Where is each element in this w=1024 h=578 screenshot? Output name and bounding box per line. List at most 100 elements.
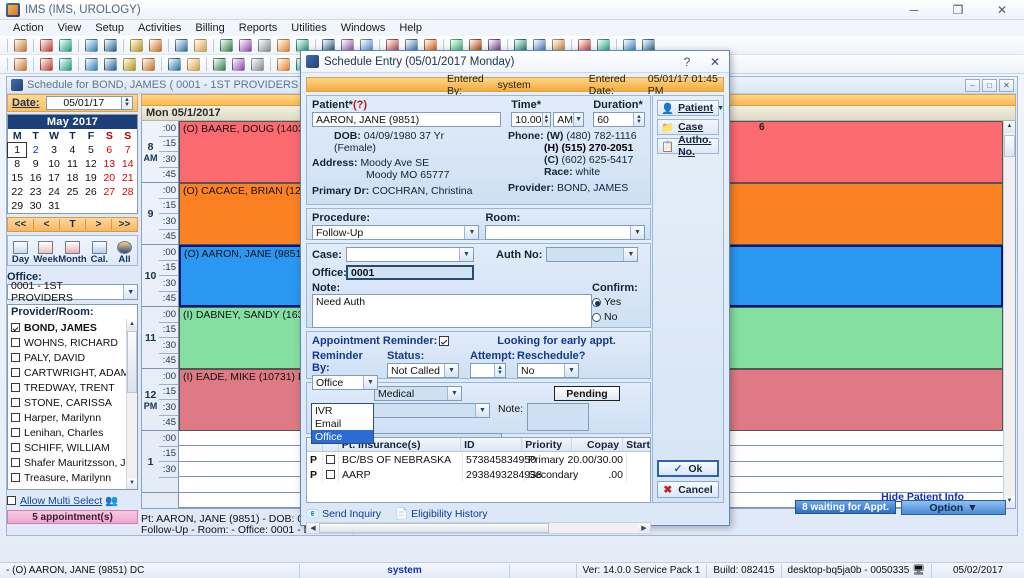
eligibility-history-link[interactable]: 📄 Eligibility History — [395, 507, 488, 521]
calendar-day-24[interactable]: 24 — [45, 185, 63, 199]
send-inquiry-link[interactable]: 📧 Send Inquiry — [306, 507, 381, 521]
calendar-day-6[interactable]: 6 — [100, 143, 118, 157]
appointment-reminder-checkbox[interactable] — [439, 336, 450, 346]
calendar-nav-bar[interactable]: << < T > >> — [7, 217, 138, 232]
maximize-button[interactable]: ❐ — [936, 0, 980, 20]
row-checkbox[interactable] — [326, 455, 335, 464]
allow-multi-select-checkbox[interactable] — [7, 496, 16, 505]
menu-activities[interactable]: Activities — [131, 22, 188, 34]
dropdown-option-ivr[interactable]: IVR — [312, 404, 373, 417]
scroll-up-icon[interactable]: ▲ — [1004, 121, 1015, 133]
provider-row[interactable]: TREDWAY, TRENT — [8, 380, 137, 395]
office-select[interactable]: 0001 - 1ST PROVIDERS ▼ — [7, 280, 138, 304]
schedule-vertical-scrollbar[interactable]: ▲ ▼ — [1003, 121, 1015, 508]
calendar-day-31[interactable]: 31 — [45, 199, 63, 213]
toolbar-button-13[interactable] — [275, 56, 292, 73]
toolbar-button-8[interactable] — [166, 56, 183, 73]
chevron-down-icon[interactable]: ▼ — [717, 105, 724, 112]
mini-calendar[interactable]: May 2017 MTWTFSS 1 2 3 4 5 6 7 8 9 10 11 12 13 14 15 16… — [6, 114, 138, 214]
autho-no-button[interactable]: 📋 Autho. No. — [657, 134, 719, 158]
menu-help[interactable]: Help — [392, 22, 429, 34]
toolbar-button-9[interactable] — [192, 37, 209, 54]
patient-input[interactable]: AARON, JANE (9851) — [312, 112, 502, 127]
date-spinner[interactable]: ▲ ▼ — [122, 96, 133, 110]
provider-checkbox[interactable] — [11, 353, 20, 362]
toolbar-button-11[interactable] — [237, 37, 254, 54]
toolbar-button-7[interactable] — [147, 37, 164, 54]
provider-row[interactable]: Lenihan, Charles — [8, 425, 137, 440]
confirm-no-radio[interactable]: No — [592, 311, 645, 323]
calendar-day-21[interactable]: 21 — [119, 171, 137, 185]
close-button[interactable]: ✕ — [980, 0, 1024, 20]
dropdown-option-office[interactable]: Office — [312, 430, 373, 443]
scroll-left-icon[interactable]: ◀ — [307, 524, 319, 532]
toolbar-button-10[interactable] — [211, 56, 228, 73]
office-input[interactable]: 0001 — [346, 265, 474, 280]
schedule-window-controls[interactable]: – □ ✕ — [965, 78, 1017, 92]
provider-list-scrollbar[interactable]: ▲ ▼ — [126, 319, 137, 489]
calendar-day-8[interactable]: 8 — [8, 157, 26, 171]
nav-today-button[interactable]: T — [60, 219, 85, 230]
calendar-day-15[interactable]: 15 — [8, 171, 26, 185]
toolbar-button-1[interactable] — [12, 37, 29, 54]
menu-setup[interactable]: Setup — [88, 22, 131, 34]
cancel-button[interactable]: ✖ Cancel — [657, 481, 719, 498]
toolbar-button-4[interactable] — [83, 37, 100, 54]
view-all[interactable]: All — [112, 240, 137, 265]
provider-row[interactable]: Harper, Marilynn — [8, 410, 137, 425]
calendar-day-5[interactable]: 5 — [82, 143, 100, 157]
view-calendar[interactable]: Cal. — [87, 240, 112, 265]
calendar-day-22[interactable]: 22 — [8, 185, 26, 199]
provider-checkbox[interactable] — [11, 443, 20, 452]
provider-row[interactable]: PALY, DAVID — [8, 350, 137, 365]
provider-row[interactable]: STONE, CARISSA — [8, 395, 137, 410]
view-month[interactable]: Month — [58, 240, 87, 265]
scrollbar-thumb[interactable] — [1004, 135, 1015, 157]
nav-first-button[interactable]: << — [8, 219, 33, 230]
attempt-spinner[interactable]: ▲ ▼ — [494, 364, 505, 377]
provider-checkbox[interactable] — [11, 413, 20, 422]
table-row[interactable]: P AARP 2938493284938 Secondary .00 — [307, 467, 650, 482]
dialog-close-button[interactable]: ✕ — [701, 51, 729, 73]
calendar-grid[interactable]: MTWTFSS 1 2 3 4 5 6 7 8 9 10 11 12 13 14 15 16 17 18 19 20 2… — [6, 129, 137, 213]
auth-no-select[interactable]: ▼ — [546, 247, 639, 262]
toolbar-button-4[interactable] — [83, 56, 100, 73]
nav-next-button[interactable]: > — [86, 219, 111, 230]
nav-last-button[interactable]: >> — [112, 219, 137, 230]
calendar-day-17[interactable]: 17 — [45, 171, 63, 185]
toolbar-button-1[interactable] — [12, 56, 29, 73]
dialog-help-button[interactable]: ? — [673, 51, 701, 73]
patient-insurance-table[interactable]: Pt. Insurance(s) ID Priority Copay Start… — [306, 437, 651, 503]
toolbar-button-3[interactable] — [57, 37, 74, 54]
calendar-day-19[interactable]: 19 — [82, 171, 100, 185]
calendar-day-30[interactable]: 30 — [26, 199, 44, 213]
scroll-up-icon[interactable]: ▲ — [127, 319, 137, 330]
calendar-day-16[interactable]: 16 — [26, 171, 44, 185]
dialog-horizontal-scrollbar[interactable]: ◀ ▶ — [306, 522, 651, 534]
scrollbar-thumb[interactable] — [127, 331, 137, 393]
dropdown-option-email[interactable]: Email — [312, 417, 373, 430]
calendar-day-4[interactable]: 4 — [63, 143, 81, 157]
provider-checkbox[interactable] — [11, 473, 20, 482]
calendar-day-20[interactable]: 20 — [100, 171, 118, 185]
toolbar-button-9[interactable] — [185, 56, 202, 73]
case-select[interactable]: ▼ — [346, 247, 474, 262]
view-week[interactable]: Week — [33, 240, 58, 265]
ok-button[interactable]: ✓ Ok — [657, 460, 719, 477]
menu-billing[interactable]: Billing — [188, 22, 231, 34]
provider-checkbox[interactable] — [11, 368, 20, 377]
provider-row[interactable]: CARTWRIGHT, ADAM — [8, 365, 137, 380]
calendar-day-13[interactable]: 13 — [100, 157, 118, 171]
case-button[interactable]: 📁 Case — [657, 119, 719, 135]
calendar-day-7[interactable]: 7 — [119, 143, 137, 157]
calendar-day-9[interactable]: 9 — [26, 157, 44, 171]
provider-checkbox[interactable] — [11, 323, 20, 332]
nav-prev-button[interactable]: < — [34, 219, 59, 230]
row-checkbox-cell[interactable] — [323, 452, 339, 467]
provider-room-list[interactable]: Provider/Room: BOND, JAMES WOHNS, RICHARD… — [7, 304, 138, 490]
menu-utilities[interactable]: Utilities — [284, 22, 333, 34]
row-checkbox-cell[interactable] — [323, 467, 339, 482]
schedule-close-button[interactable]: ✕ — [999, 78, 1014, 92]
calendar-day-28[interactable]: 28 — [119, 185, 137, 199]
schedule-minimize-button[interactable]: – — [965, 78, 980, 92]
